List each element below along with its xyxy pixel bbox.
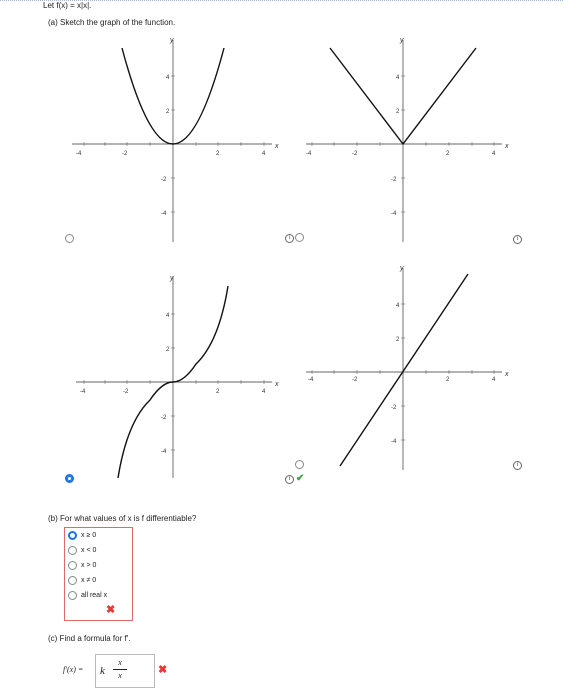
axis-label-y: y [399,37,404,44]
tick-label: -4 [391,211,397,217]
problem-statement: Let f(x) = x|x|. [43,1,92,10]
tick-label: -4 [76,151,82,157]
part-b-options: x ≥ 0 x < 0 x > 0 x ≠ 0 all real x ✖ [64,527,133,621]
axis-label-x: x [504,143,509,150]
answer-fraction: x x [113,658,127,681]
graph-abs-value-radio[interactable] [295,233,304,242]
tick-label: 4 [492,377,496,383]
option-x-lt-0[interactable]: x < 0 [68,546,96,555]
tick-label: 4 [262,389,266,395]
cross-icon: ✖ [158,664,168,676]
option-label: x > 0 [81,562,97,569]
option-radio-selected[interactable] [68,531,77,540]
tick-label: 2 [446,377,450,383]
option-all-real[interactable]: all real x [68,591,107,600]
axis-label-x: x [274,381,279,388]
option-x-ne-0[interactable]: x ≠ 0 [68,576,96,585]
axis-label-y: y [169,37,174,44]
option-x-ge-0[interactable]: x ≥ 0 [68,531,96,540]
graph-x-abs-x-radio[interactable] [65,474,74,483]
axis-label-x: x [274,143,279,150]
cross-icon: ✖ [106,604,116,616]
part-a-prompt: (a) Sketch the graph of the function. [48,18,176,27]
tick-label: 2 [166,347,170,353]
tick-label: -2 [391,405,397,411]
option-label: x ≥ 0 [81,532,97,539]
tick-label: 2 [216,151,220,157]
info-icon[interactable]: i [285,475,294,484]
option-label: x ≠ 0 [81,577,97,584]
option-label: all real x [81,592,108,599]
check-icon: ✔ [296,473,305,484]
tick-label: 4 [166,313,170,319]
tick-label: 4 [396,75,400,81]
graph-x-abs-x: -4 -2 2 4 4 2 -2 -4 x y [72,272,282,482]
tick-label: 2 [166,109,170,115]
graph-parabola-svg: -4 -2 2 4 4 2 -2 -4 x y [72,37,279,242]
graph-parabola-radio[interactable] [65,234,74,243]
tick-label: -4 [391,439,397,445]
tick-label: 2 [396,109,400,115]
info-icon[interactable]: i [285,234,294,243]
option-x-gt-0[interactable]: x > 0 [68,561,96,570]
tick-label: 2 [216,389,220,395]
axis-label-y: y [169,275,174,282]
answer-k: k [100,665,105,677]
graph-abs-value-svg: -4 -2 2 4 4 2 -2 -4 x y [306,37,509,242]
tick-label: 2 [396,337,400,343]
tick-label: 4 [492,151,496,157]
axis-label-y: y [399,265,404,272]
tick-label: -2 [352,377,358,383]
tick-label: -4 [80,389,86,395]
tick-label: -4 [306,151,312,157]
info-icon[interactable]: i [513,235,522,244]
tick-label: 4 [262,151,266,157]
tick-label: 4 [166,75,170,81]
tick-label: -2 [391,177,397,183]
part-b-prompt: (b) For what values of x is f differenti… [48,514,197,523]
option-radio[interactable] [68,561,77,570]
part-c-prompt: (c) Find a formula for f′. [48,634,131,643]
option-radio[interactable] [68,576,77,585]
axis-label-x: x [504,371,509,378]
fraction-denominator: x [118,671,122,680]
tick-label: -2 [161,177,167,183]
tick-label: 2 [446,151,450,157]
tick-label: 4 [396,303,400,309]
graph-x-abs-x-svg: -4 -2 2 4 4 2 -2 -4 x y [76,275,279,479]
option-label: x < 0 [81,547,97,554]
tick-label: -4 [308,377,314,383]
option-radio[interactable] [68,546,77,555]
fraction-bar [113,669,127,670]
graph-abs-value: -4 -2 2 4 4 2 -2 -4 x y [302,36,512,246]
answer-input[interactable]: k x x [95,654,155,688]
tick-label: -2 [352,151,358,157]
graph-line: -4 -2 2 4 4 2 -2 -4 x y [302,264,512,474]
tick-label: -2 [161,415,167,421]
info-icon[interactable]: i [513,461,522,470]
option-radio[interactable] [68,591,77,600]
tick-label: -4 [161,211,167,217]
fraction-numerator: x [118,658,122,667]
graph-line-radio[interactable] [295,460,304,469]
graph-line-svg: -4 -2 2 4 4 2 -2 -4 x y [306,265,509,470]
tick-label: -2 [122,151,128,157]
tick-label: -2 [123,389,129,395]
tick-label: -4 [161,449,167,455]
graph-parabola: -4 -2 2 4 4 2 -2 -4 x y [72,36,282,246]
formula-lhs: f′(x) = [63,665,84,674]
